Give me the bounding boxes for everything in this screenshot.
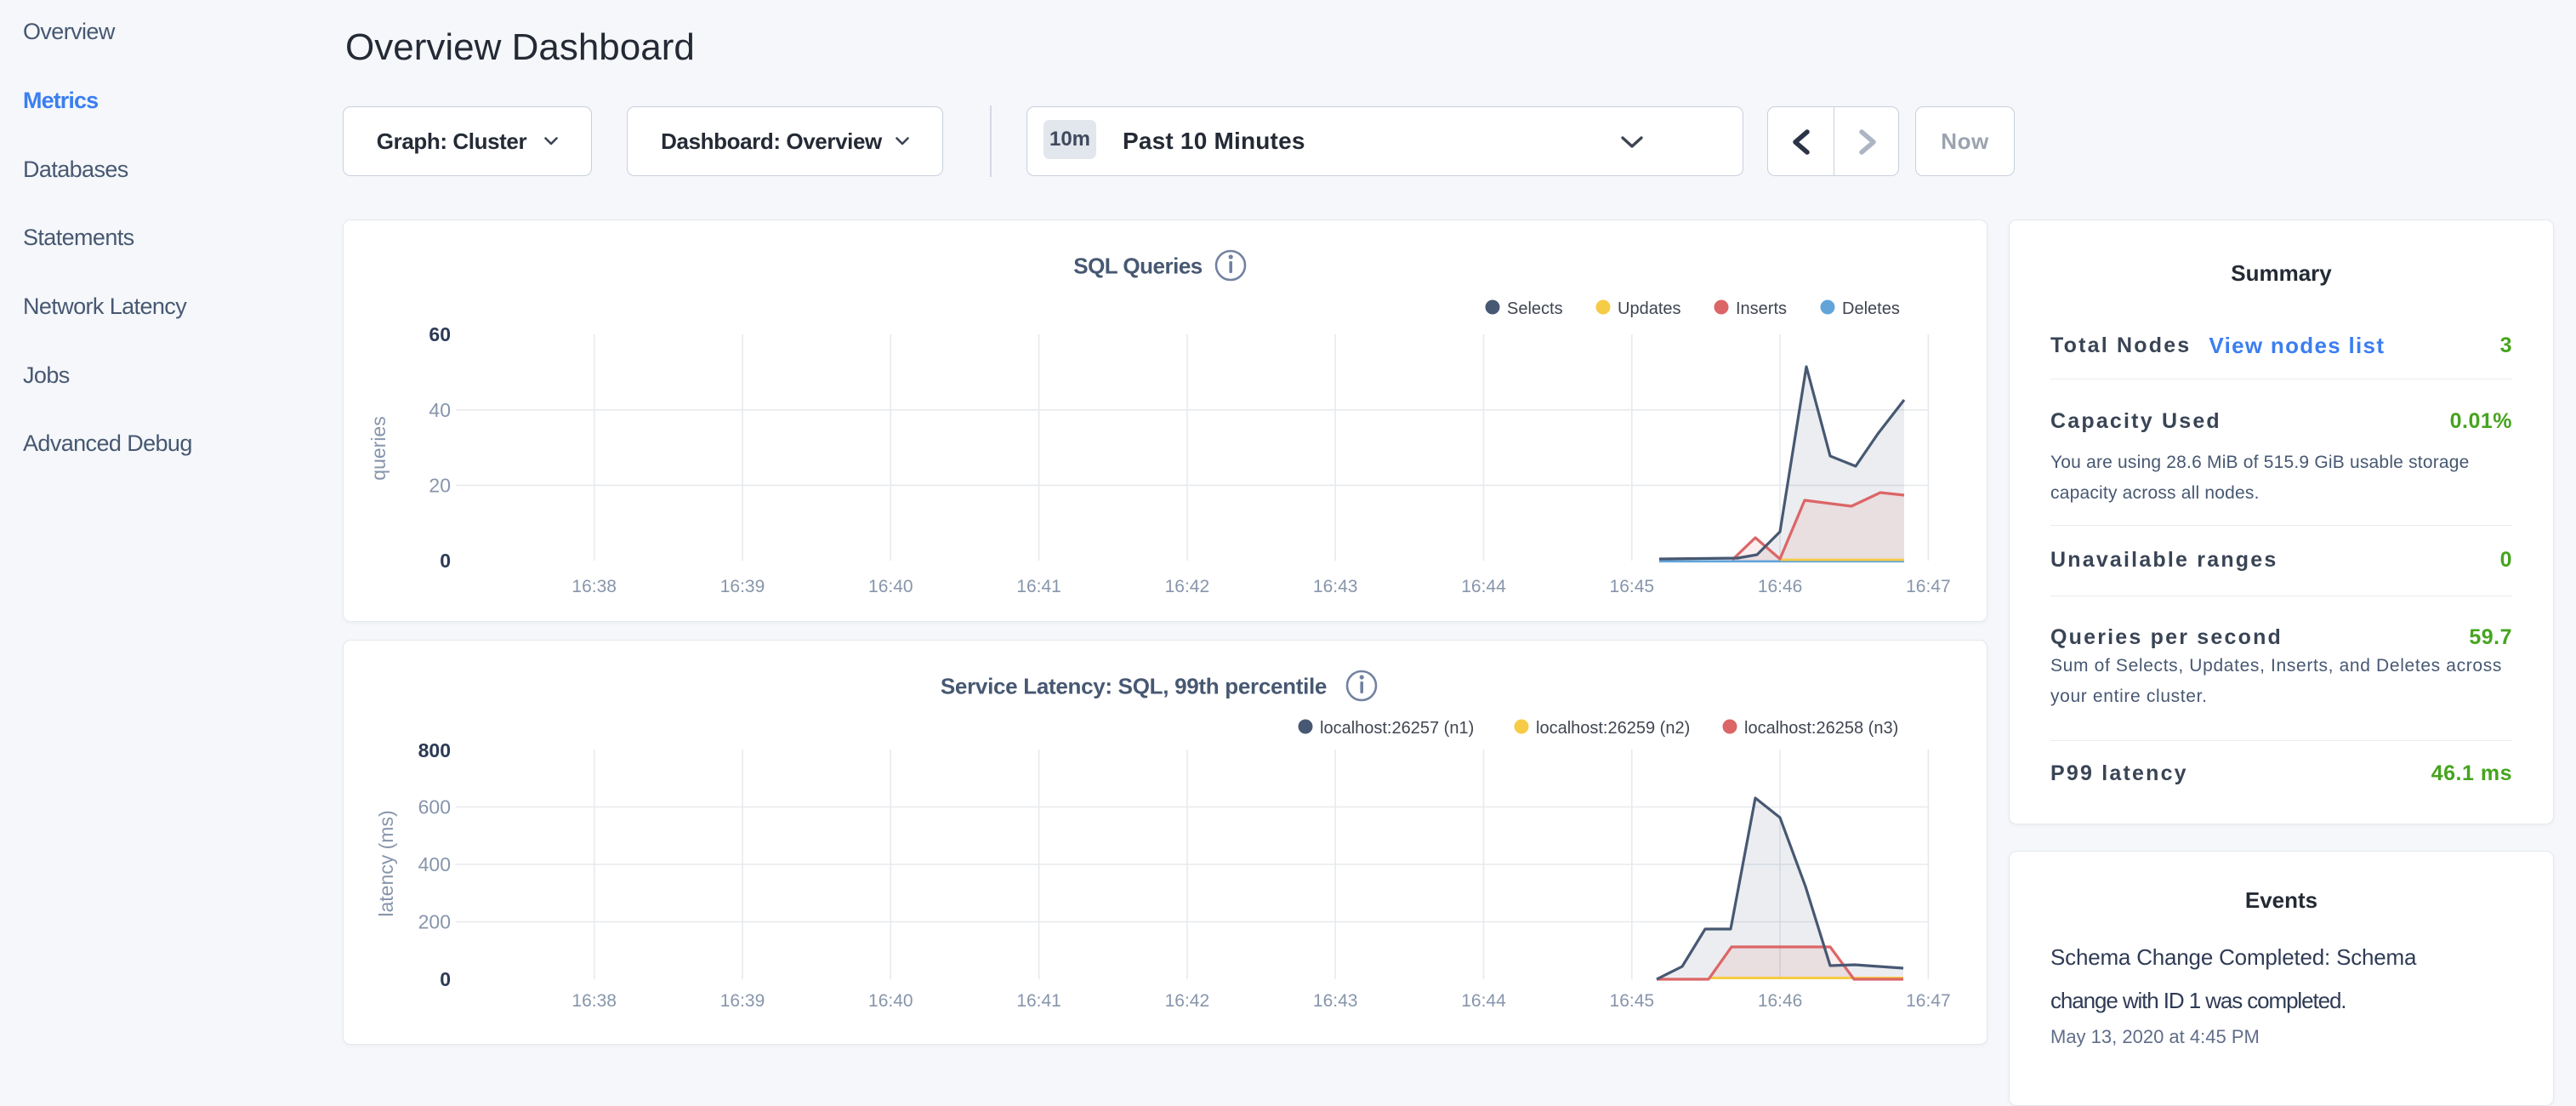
svg-text:16:43: 16:43 [1313, 577, 1358, 596]
svg-text:Updates: Updates [1618, 299, 1681, 318]
svg-text:Deletes: Deletes [1842, 299, 1900, 318]
svg-text:16:38: 16:38 [571, 991, 617, 1011]
svg-text:Service Latency: SQL, 99th per: Service Latency: SQL, 99th percentile [941, 674, 1327, 699]
svg-text:16:39: 16:39 [720, 991, 765, 1011]
svg-text:16:43: 16:43 [1313, 991, 1358, 1011]
svg-text:16:47: 16:47 [1906, 991, 1951, 1011]
svg-text:600: 600 [418, 796, 451, 818]
svg-text:0: 0 [440, 550, 451, 572]
svg-text:16:44: 16:44 [1461, 991, 1506, 1011]
svg-text:16:47: 16:47 [1906, 577, 1951, 596]
svg-text:60: 60 [429, 323, 451, 345]
svg-text:localhost:26258 (n3): localhost:26258 (n3) [1744, 719, 1898, 738]
svg-text:16:45: 16:45 [1610, 577, 1655, 596]
svg-text:16:40: 16:40 [868, 577, 913, 596]
svg-text:16:45: 16:45 [1610, 991, 1655, 1011]
svg-text:localhost:26259 (n2): localhost:26259 (n2) [1536, 719, 1690, 738]
svg-text:16:42: 16:42 [1165, 991, 1210, 1011]
svg-text:SQL Queries: SQL Queries [1073, 254, 1203, 279]
svg-text:localhost:26257 (n1): localhost:26257 (n1) [1320, 719, 1474, 738]
svg-text:800: 800 [418, 739, 451, 761]
svg-text:40: 40 [429, 399, 451, 421]
svg-text:400: 400 [418, 853, 451, 875]
svg-text:Selects: Selects [1507, 299, 1563, 318]
svg-text:0: 0 [440, 968, 451, 990]
svg-text:16:41: 16:41 [1016, 991, 1061, 1011]
svg-text:200: 200 [418, 911, 451, 933]
svg-text:queries: queries [367, 416, 390, 480]
svg-text:Inserts: Inserts [1736, 299, 1787, 318]
svg-text:16:39: 16:39 [720, 577, 765, 596]
svg-text:20: 20 [429, 474, 451, 496]
svg-text:16:44: 16:44 [1461, 577, 1506, 596]
svg-text:16:42: 16:42 [1165, 577, 1210, 596]
svg-text:16:46: 16:46 [1758, 577, 1803, 596]
svg-text:16:40: 16:40 [868, 991, 913, 1011]
svg-text:16:41: 16:41 [1016, 577, 1061, 596]
svg-text:16:38: 16:38 [571, 577, 617, 596]
svg-text:16:46: 16:46 [1758, 991, 1803, 1011]
svg-text:latency (ms): latency (ms) [375, 810, 397, 916]
